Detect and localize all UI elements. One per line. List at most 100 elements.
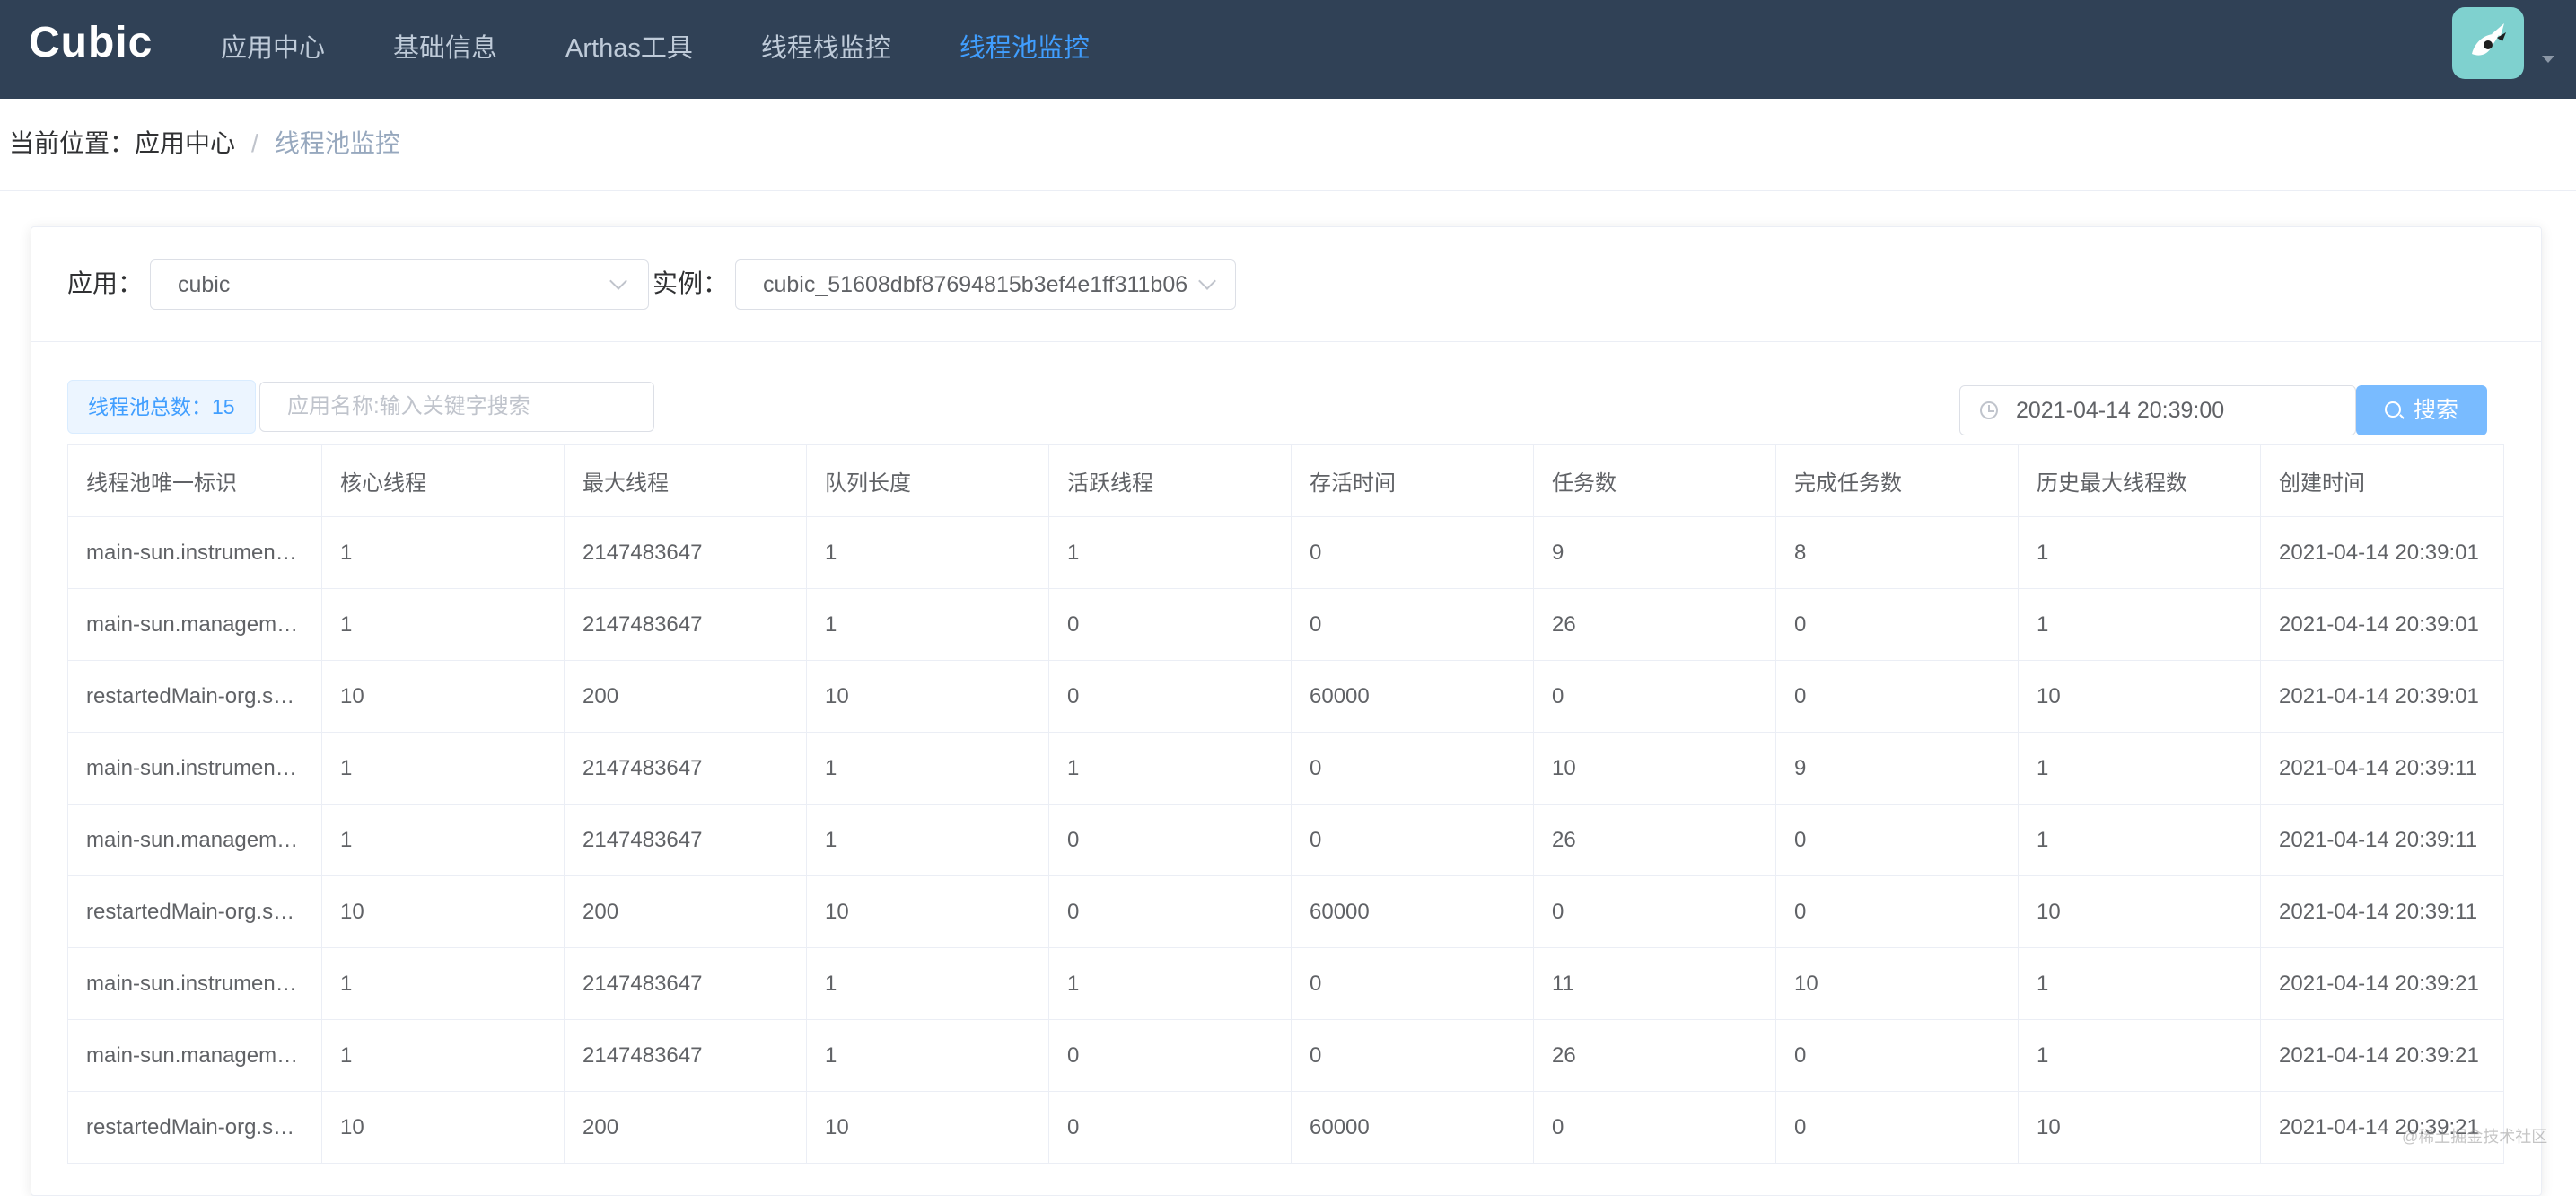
table-cell: main-sun.instrumen…	[67, 516, 322, 589]
chevron-down-icon[interactable]	[2542, 56, 2554, 63]
table-row[interactable]: restartedMain-org.s… 10 200 10 0 60000 0 0 10 202…	[67, 660, 2504, 733]
table-cell: main-sun.managem…	[67, 804, 322, 876]
avatar[interactable]	[2452, 7, 2524, 79]
nav-item-arthas[interactable]: Arthas工具	[531, 0, 727, 99]
chevron-down-icon	[1198, 272, 1216, 290]
table-cell: 26	[1533, 804, 1776, 876]
search-button[interactable]: 搜索	[2356, 385, 2487, 435]
table-cell: 2147483647	[564, 947, 807, 1020]
column-header: 最大线程	[564, 444, 807, 517]
table-cell: 0	[1291, 804, 1534, 876]
table-cell: 2147483647	[564, 732, 807, 805]
search-input[interactable]: 应用名称:输入关键字搜索	[259, 382, 654, 432]
breadcrumb-prefix: 当前位置：	[9, 129, 136, 157]
table-cell: 0	[1291, 588, 1534, 661]
table-cell: 1	[806, 1019, 1049, 1092]
instance-select[interactable]: cubic_51608dbf87694815b3ef4e1ff311b06	[735, 259, 1236, 310]
table-cell: 10	[1775, 947, 2019, 1020]
table-cell: 11	[1533, 947, 1776, 1020]
table-cell: 1	[321, 732, 565, 805]
table-cell: 1	[2018, 804, 2261, 876]
table-cell: 2021-04-14 20:39:01	[2260, 660, 2504, 733]
column-header: 创建时间	[2260, 444, 2504, 517]
column-header: 线程池唯一标识	[67, 444, 322, 517]
app-select[interactable]: cubic	[150, 259, 649, 310]
table-cell: 0	[1048, 1091, 1292, 1164]
table-cell: 1	[321, 516, 565, 589]
table-cell: 200	[564, 660, 807, 733]
table-cell: 0	[1291, 947, 1534, 1020]
table-cell: 1	[2018, 588, 2261, 661]
table-cell: restartedMain-org.s…	[67, 660, 322, 733]
table-cell: 10	[806, 875, 1049, 948]
table-cell: 0	[1048, 588, 1292, 661]
table-cell: 0	[1775, 1091, 2019, 1164]
column-header: 核心线程	[321, 444, 565, 517]
table-cell: 0	[1048, 660, 1292, 733]
breadcrumb: 当前位置：应用中心 / 线程池监控	[9, 126, 400, 162]
table-cell: 8	[1775, 516, 2019, 589]
nav-item-app-center[interactable]: 应用中心	[187, 0, 359, 99]
chevron-down-icon	[609, 272, 627, 290]
table-cell: 1	[1048, 516, 1292, 589]
column-header: 完成任务数	[1775, 444, 2019, 517]
total-count-value: 15	[212, 395, 235, 418]
table-row[interactable]: main-sun.instrumen… 1 2147483647 1 1 0 9 8 1 2021…	[67, 516, 2504, 589]
table-cell: 10	[321, 660, 565, 733]
table-cell: 1	[1048, 732, 1292, 805]
column-header: 历史最大线程数	[2018, 444, 2261, 517]
table-cell: 10	[1533, 732, 1776, 805]
table-row[interactable]: main-sun.managem… 1 2147483647 1 0 0 26 0 1 2021-…	[67, 1019, 2504, 1092]
nav-item-thread-pool[interactable]: 线程池监控	[925, 0, 1124, 99]
breadcrumb-link-app-center[interactable]: 应用中心	[135, 129, 235, 157]
table-cell: 26	[1533, 1019, 1776, 1092]
table-cell: 2147483647	[564, 516, 807, 589]
table-cell: 2021-04-14 20:39:11	[2260, 732, 2504, 805]
table-row[interactable]: main-sun.instrumen… 1 2147483647 1 1 0 10 9 1 202…	[67, 732, 2504, 805]
column-header: 任务数	[1533, 444, 1776, 517]
table-cell: 10	[321, 1091, 565, 1164]
table-row[interactable]: restartedMain-org.s… 10 200 10 0 60000 0 0 10 202…	[67, 875, 2504, 948]
search-icon	[2385, 401, 2401, 418]
table-row[interactable]: main-sun.managem… 1 2147483647 1 0 0 26 0 1 2021-…	[67, 588, 2504, 661]
table-cell: main-sun.managem…	[67, 588, 322, 661]
table-cell: 1	[321, 804, 565, 876]
table-cell: 2147483647	[564, 588, 807, 661]
table-cell: restartedMain-org.s…	[67, 875, 322, 948]
table-cell: 1	[321, 588, 565, 661]
table-cell: 10	[321, 875, 565, 948]
table-cell: 9	[1775, 732, 2019, 805]
table-cell: 26	[1533, 588, 1776, 661]
breadcrumb-current: 线程池监控	[274, 129, 400, 157]
top-navbar: Cubic 应用中心 基础信息 Arthas工具 线程栈监控 线程池监控	[0, 0, 2576, 99]
table-cell: restartedMain-org.s…	[67, 1091, 322, 1164]
table-row[interactable]: restartedMain-org.s… 10 200 10 0 60000 0 0 10 202…	[67, 1091, 2504, 1164]
main-nav: 应用中心 基础信息 Arthas工具 线程栈监控 线程池监控	[187, 0, 1124, 99]
brand-logo[interactable]: Cubic	[29, 18, 153, 67]
table-cell: 0	[1533, 660, 1776, 733]
column-header: 活跃线程	[1048, 444, 1292, 517]
table-cell: 1	[2018, 732, 2261, 805]
table-cell: 60000	[1291, 660, 1534, 733]
breadcrumb-separator: /	[251, 129, 258, 157]
table-row[interactable]: main-sun.managem… 1 2147483647 1 0 0 26 0 1 2021-…	[67, 804, 2504, 876]
table-cell: 1	[2018, 947, 2261, 1020]
table-cell: 10	[2018, 875, 2261, 948]
table-cell: 2021-04-14 20:39:21	[2260, 1019, 2504, 1092]
nav-item-basic-info[interactable]: 基础信息	[359, 0, 531, 99]
datetime-picker[interactable]: 2021-04-14 20:39:00	[1959, 385, 2356, 435]
table-cell: 1	[321, 1019, 565, 1092]
table-cell: 10	[806, 1091, 1049, 1164]
nav-item-thread-stack[interactable]: 线程栈监控	[727, 0, 925, 99]
table-cell: 0	[1291, 732, 1534, 805]
table-cell: 10	[806, 660, 1049, 733]
table-cell: 0	[1775, 875, 2019, 948]
table-row[interactable]: main-sun.instrumen… 1 2147483647 1 1 0 11 10 1 20…	[67, 947, 2504, 1020]
table-cell: 1	[806, 732, 1049, 805]
app-select-value: cubic	[178, 272, 231, 297]
table-header-row: 线程池唯一标识 核心线程 最大线程 队列长度 活跃线程 存活时间 任务数 完成任务数 历史最大线…	[67, 444, 2504, 517]
table-cell: 200	[564, 875, 807, 948]
table-cell: 0	[1775, 660, 2019, 733]
table-cell: main-sun.managem…	[67, 1019, 322, 1092]
table-cell: 1	[806, 588, 1049, 661]
